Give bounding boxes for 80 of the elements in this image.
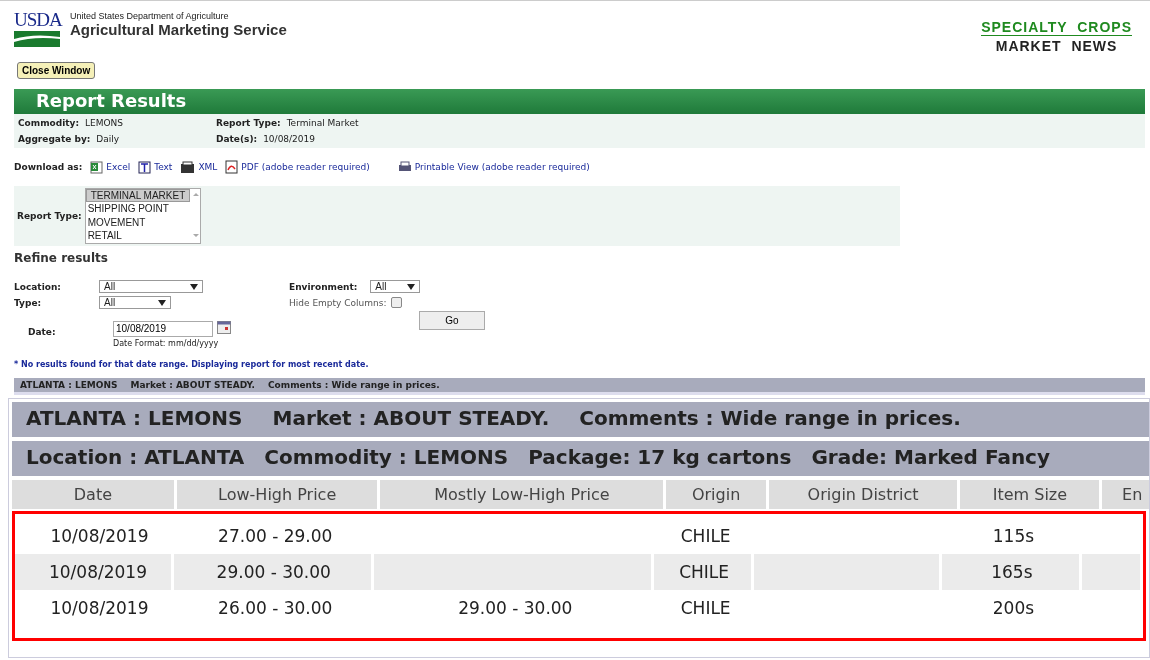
column-header[interactable]: Origin District (768, 479, 958, 509)
location-dropdown[interactable]: All (99, 280, 203, 293)
table-cell: 200s (992, 597, 1035, 618)
environment-dropdown[interactable]: All (370, 280, 421, 293)
column-header[interactable]: En (1102, 479, 1149, 509)
market-bar-text: Market : ABOUT STEADY. (130, 379, 255, 390)
table-cell: 10/08/2019 (50, 525, 149, 546)
download-link[interactable]: Printable View (adobe reader required) (397, 161, 590, 173)
market-bar-text: Comments : Wide range in prices. (267, 379, 440, 390)
market-bar-text: ATLANTA : LEMONS (20, 379, 118, 390)
column-header[interactable]: Mostly Low-High Price (380, 479, 664, 509)
hide-empty-checkbox[interactable] (391, 297, 403, 308)
environment-label: Environment: (289, 281, 358, 292)
table-cell: 115s (992, 525, 1035, 546)
printer-icon (397, 161, 412, 173)
download-link[interactable]: PDF (adobe reader required) (225, 160, 370, 174)
report-type-option[interactable]: SHIPPING POINT (85, 202, 191, 216)
download-link[interactable]: Excel (90, 160, 131, 174)
table-cell: 29.00 - 30.00 (458, 597, 573, 618)
type-dropdown[interactable]: All (99, 296, 171, 309)
report-title: Report Results (14, 89, 1145, 114)
download-label: Download as: (14, 162, 83, 172)
report-type-option[interactable]: RETAIL (85, 229, 191, 243)
summary-value: 10/08/2019 (263, 134, 315, 144)
report-type-label: Report Type: (17, 210, 82, 221)
caret-icon (407, 283, 416, 290)
summary-value: Daily (96, 134, 120, 144)
text-file-icon (138, 160, 152, 174)
program-subtitle: MARKET NEWS (994, 38, 1119, 54)
table-cell: 27.00 - 29.00 (218, 525, 333, 546)
refine-title: Refine results (14, 250, 109, 265)
go-button[interactable]: Go (419, 310, 485, 330)
date-field[interactable]: 10/08/2019 (113, 320, 213, 337)
report-type-listbox[interactable]: TERMINAL MARKET SHIPPING POINT MOVEMENT RETAIL (84, 188, 201, 244)
location-line-text: Location : ATLANTA (26, 444, 245, 471)
location-line-text: Commodity : LEMONS (264, 444, 509, 471)
summary-label: Aggregate by: (18, 134, 91, 144)
column-header[interactable]: Low-High Price (176, 479, 378, 509)
report-type-option[interactable]: MOVEMENT (85, 215, 191, 229)
table-cell: 165s (991, 561, 1033, 582)
table-cell: CHILE (680, 525, 731, 546)
column-header[interactable]: Date (12, 479, 174, 509)
summary-value: LEMONS (85, 118, 124, 128)
close-window-button[interactable]: Close Window (17, 62, 96, 79)
summary-label: Date(s): (216, 134, 258, 144)
table-cell: CHILE (680, 597, 731, 618)
type-label: Type: (14, 297, 43, 308)
date-label: Date: (28, 326, 57, 337)
spreadsheet-icon (90, 160, 104, 174)
download-link[interactable]: Text (138, 160, 173, 174)
column-header[interactable]: Origin (666, 479, 766, 509)
caret-icon (158, 299, 166, 306)
hide-empty-label: Hide Empty Columns: (289, 297, 387, 308)
table-cell: 26.00 - 30.00 (218, 597, 333, 618)
caret-icon (190, 283, 198, 290)
calendar-icon[interactable] (217, 320, 231, 334)
summary-value: Terminal Market (286, 118, 359, 128)
market-line-text: Market : ABOUT STEADY. (272, 405, 550, 432)
market-line-text: ATLANTA : LEMONS (26, 405, 243, 432)
table-cell: 10/08/2019 (48, 561, 147, 582)
summary-label: Report Type: (216, 118, 281, 128)
program-title: SPECIALTY CROPS (981, 19, 1132, 36)
agency-line: United States Department of Agriculture (70, 11, 230, 21)
table-cell: 29.00 - 30.00 (216, 561, 331, 582)
download-link[interactable]: XML (180, 160, 218, 174)
date-format-hint: Date Format: mm/dd/yyyy (113, 338, 220, 348)
pdf-file-icon (225, 160, 239, 174)
table-cell: CHILE (679, 561, 730, 582)
location-line-text: Package: 17 kg cartons (528, 444, 792, 471)
location-line-text: Grade: Marked Fancy (811, 444, 1050, 471)
market-line-text: Comments : Wide range in prices. (579, 405, 961, 432)
summary-label: Commodity: (18, 118, 80, 128)
column-header[interactable]: Item Size (960, 479, 1100, 509)
usda-logo: USDA (14, 9, 64, 59)
table-cell: 10/08/2019 (50, 597, 149, 618)
agency-name: Agricultural Marketing Service (70, 21, 287, 38)
report-type-option[interactable]: TERMINAL MARKET (85, 189, 191, 202)
notice-text: * No results found for that date range. Displaying report for most recent date. (14, 359, 370, 369)
xml-file-icon (180, 160, 196, 174)
location-label: Location: (14, 281, 62, 292)
